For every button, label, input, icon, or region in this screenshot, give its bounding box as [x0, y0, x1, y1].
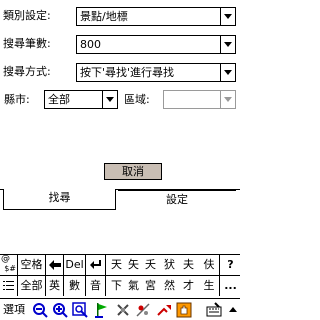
zoom-in-icon[interactable] — [52, 302, 68, 318]
satellite-icon[interactable] — [115, 302, 131, 318]
tab-settings[interactable]: 設定 — [118, 190, 236, 211]
count-label: 搜尋筆數: — [3, 37, 51, 50]
candidate-key[interactable]: 下 — [108, 276, 125, 296]
mode-label: 搜尋方式: — [3, 65, 51, 78]
candidate-key[interactable]: 宮 — [142, 276, 159, 296]
key-delete[interactable]: Del — [64, 255, 86, 275]
options-menu[interactable]: 選項 — [3, 301, 25, 319]
chevron-down-icon[interactable] — [102, 91, 117, 108]
area-select[interactable] — [163, 90, 236, 109]
chevron-down-icon[interactable] — [220, 91, 235, 108]
key-question[interactable]: ? — [221, 255, 240, 275]
symbol-key[interactable]: @ $# — [0, 255, 18, 275]
enter-icon — [89, 260, 101, 269]
zoom-out-icon[interactable] — [32, 302, 48, 318]
gps-icon[interactable] — [135, 302, 151, 318]
chevron-down-icon[interactable] — [220, 64, 235, 81]
key-backspace[interactable] — [46, 255, 64, 275]
category-label: 類別設定: — [3, 9, 51, 22]
flag-icon[interactable] — [94, 302, 110, 318]
mode-value: 按下'尋找'進行尋找 — [80, 66, 175, 79]
count-value: 800 — [80, 38, 101, 51]
mode-select[interactable]: 按下'尋找'進行尋找 — [76, 63, 236, 82]
cancel-button[interactable]: 取消 — [104, 163, 162, 180]
candidate-key[interactable]: 生 — [199, 276, 220, 296]
candidate-key[interactable]: 天 — [108, 255, 125, 275]
candidate-key[interactable]: 矢 — [125, 255, 142, 275]
input-panel: @ $# 空格 Del 天 矢 夭 犾 夫 伕 ? 全部 英 數 音 下 氣 宮… — [0, 254, 240, 296]
county-label: 縣市: — [4, 93, 30, 106]
list-icon[interactable] — [0, 276, 18, 296]
symbol-key-bottom: $# — [4, 264, 16, 273]
tab-bar: 找尋 設定 — [0, 189, 240, 211]
count-select[interactable]: 800 — [76, 35, 236, 54]
key-all[interactable]: 全部 — [18, 276, 46, 296]
key-enter[interactable] — [86, 255, 106, 275]
symbol-key-top: @ — [1, 255, 10, 264]
candidate-key[interactable]: 犾 — [161, 255, 178, 275]
key-space[interactable]: 空格 — [18, 255, 46, 275]
keyboard-row-1: @ $# 空格 Del 天 矢 夭 犾 夫 伕 ? — [0, 255, 240, 276]
key-english[interactable]: 英 — [46, 276, 64, 296]
taskbar: 選項 — [0, 298, 240, 320]
candidate-key[interactable]: 氣 — [125, 276, 142, 296]
category-select[interactable]: 景點/地標 — [76, 7, 236, 26]
category-value: 景點/地標 — [80, 10, 128, 23]
chevron-down-icon[interactable] — [220, 36, 235, 53]
county-value: 全部 — [48, 93, 70, 106]
chevron-down-icon[interactable] — [220, 8, 235, 25]
zoom-area-icon[interactable] — [72, 302, 88, 318]
candidate-key[interactable]: 才 — [180, 276, 197, 296]
key-number[interactable]: 數 — [64, 276, 86, 296]
more-button[interactable]: ... — [221, 276, 240, 296]
county-select[interactable]: 全部 — [44, 90, 118, 109]
area-label: 區域: — [124, 93, 150, 106]
candidate-key[interactable]: 夭 — [142, 255, 159, 275]
candidate-key[interactable]: 夫 — [180, 255, 197, 275]
key-phonetic[interactable]: 音 — [86, 276, 106, 296]
candidate-key[interactable]: 然 — [161, 276, 178, 296]
candidate-key[interactable]: 伕 — [199, 255, 220, 275]
route-icon[interactable] — [156, 302, 172, 318]
tab-search[interactable]: 找尋 — [3, 189, 116, 210]
arrow-left-icon — [48, 260, 61, 270]
keyboard-icon[interactable] — [206, 302, 222, 318]
hand-icon[interactable] — [176, 302, 192, 318]
keyboard-row-2: 全部 英 數 音 下 氣 宮 然 才 生 ... — [0, 276, 240, 297]
chevron-up-icon[interactable] — [228, 302, 238, 318]
